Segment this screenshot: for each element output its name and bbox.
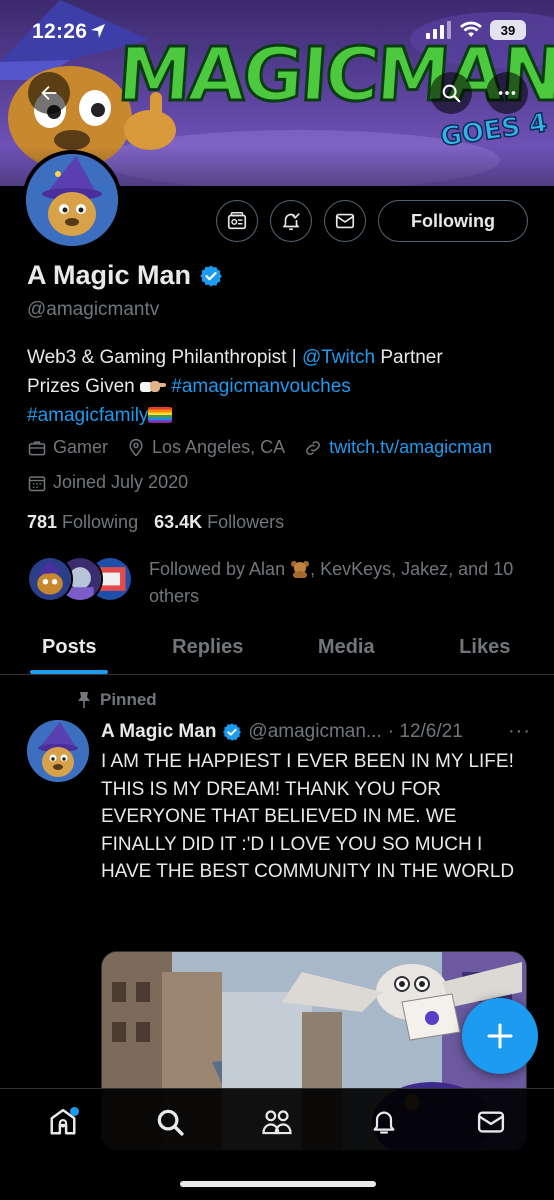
location-label: Los Angeles, CA	[152, 437, 286, 457]
website-item[interactable]: twitch.tv/amagicman	[303, 437, 492, 458]
tab-replies[interactable]: Replies	[139, 620, 278, 674]
post-author-avatar[interactable]	[27, 720, 89, 782]
search-icon	[157, 1109, 184, 1136]
tab-media[interactable]: Media	[277, 620, 416, 674]
joined-item: Joined July 2020	[27, 472, 188, 493]
wifi-icon	[460, 21, 482, 37]
post-more-button[interactable]: ···	[508, 720, 531, 743]
pointing-hand-emoji-icon	[139, 381, 166, 392]
followed-by-avatars	[27, 556, 135, 602]
pinned-label: Pinned	[100, 690, 157, 709]
profile-bio: Web3 & Gaming Philanthropist | @Twitch P…	[27, 343, 527, 430]
display-name-row: A Magic Man	[27, 260, 223, 291]
post-text: I AM THE HAPPIEST I EVER BEEN IN MY LIFE…	[101, 751, 515, 882]
bio-hashtag-link[interactable]: #amagicmanvouches	[171, 376, 351, 397]
status-bar: 12:26 39	[0, 0, 554, 62]
bio-text: Partner	[375, 347, 443, 368]
battery-indicator: 39	[490, 20, 526, 40]
post-date: · 12/6/21	[387, 720, 463, 742]
post-author-name[interactable]: A Magic Man	[101, 721, 216, 743]
messages-icon	[477, 1111, 504, 1133]
tab-label: Posts	[42, 635, 97, 658]
search-profile-button[interactable]	[430, 72, 472, 114]
cellular-signal-icon	[426, 21, 451, 39]
display-name: A Magic Man	[27, 260, 192, 290]
avatar-image	[26, 154, 118, 246]
briefcase-icon	[28, 440, 46, 455]
arrow-left-icon	[41, 85, 57, 101]
profile-handle: @amagicmantv	[27, 299, 160, 320]
profile-tabs: Posts Replies Media Likes	[0, 620, 554, 675]
profile-action-row	[216, 200, 366, 242]
bio-hashtag-link[interactable]: #amagicfamily	[27, 405, 148, 426]
follower-avatar	[27, 556, 73, 602]
bio-text: Web3 & Gaming Philanthropist |	[27, 347, 302, 368]
followers-count[interactable]: 63.4K Followers	[154, 512, 284, 533]
tab-label: Likes	[459, 635, 511, 658]
tab-label: Media	[317, 635, 375, 658]
envelope-icon	[335, 213, 355, 229]
joined-label: Joined July 2020	[53, 472, 189, 492]
status-time: 12:26	[32, 20, 88, 43]
notifications-icon	[373, 1111, 395, 1134]
followed-by-text: Followed by Alan , KevKeys, Jakez, and 1…	[149, 556, 529, 610]
post-author-handle: @amagicman...	[248, 720, 382, 742]
profile-avatar[interactable]	[22, 150, 122, 250]
profile-meta-row: Gamer Los Angeles, CA twitch.tv/amagicma…	[27, 437, 492, 458]
more-options-button[interactable]	[486, 72, 528, 114]
tab-likes[interactable]: Likes	[416, 620, 554, 674]
following-count[interactable]: 781 Following	[27, 512, 138, 533]
tab-label: Replies	[172, 635, 244, 658]
profile-joined-row: Joined July 2020	[27, 472, 188, 493]
teddy-bear-emoji-icon	[291, 561, 310, 578]
website-link[interactable]: twitch.tv/amagicman	[329, 437, 492, 458]
bio-mention-link[interactable]: @Twitch	[302, 347, 375, 368]
following-button[interactable]: Following	[378, 200, 528, 242]
followers-count-number: 63.4K	[154, 512, 203, 532]
nav-search[interactable]	[140, 1097, 200, 1147]
follow-counts: 781 Following 63.4K Followers	[27, 512, 284, 533]
link-icon	[306, 440, 320, 455]
following-count-label: Following	[62, 512, 139, 532]
followed-by-prefix: Followed by Alan	[149, 559, 291, 579]
nav-notifications[interactable]	[354, 1097, 414, 1147]
location-arrow-icon	[91, 24, 105, 38]
nav-communities[interactable]	[247, 1097, 307, 1147]
bio-text: Prizes Given	[27, 376, 140, 397]
location-pin-icon	[129, 438, 143, 457]
category-item: Gamer	[27, 437, 108, 458]
nav-home[interactable]	[33, 1097, 93, 1147]
calendar-icon	[28, 475, 46, 491]
verified-badge-icon	[223, 722, 242, 741]
active-tab-indicator	[30, 670, 109, 674]
bell-check-icon	[282, 213, 300, 231]
verified-badge-icon[interactable]	[199, 264, 223, 288]
pin-icon	[78, 692, 90, 708]
subscribe-gift-button[interactable]	[216, 200, 258, 242]
message-button[interactable]	[324, 200, 366, 242]
ticket-icon	[227, 212, 247, 230]
search-icon	[442, 84, 461, 103]
followers-count-label: Followers	[207, 512, 285, 532]
communities-icon	[262, 1110, 292, 1135]
followed-by-row[interactable]: Followed by Alan , KevKeys, Jakez, and 1…	[27, 556, 529, 610]
location-item: Los Angeles, CA	[126, 437, 285, 458]
post-header: A Magic Man @amagicman... · 12/6/21 ···	[101, 720, 531, 743]
more-dots-icon	[498, 91, 516, 95]
back-button[interactable]	[28, 72, 70, 114]
home-indicator[interactable]	[180, 1181, 376, 1187]
following-count-number: 781	[27, 512, 58, 532]
pinned-indicator: Pinned	[76, 690, 157, 710]
category-label: Gamer	[53, 437, 109, 457]
compose-post-button[interactable]	[462, 998, 538, 1074]
nav-messages[interactable]	[461, 1097, 521, 1147]
notifications-bell-button[interactable]	[270, 200, 312, 242]
plus-icon	[487, 1023, 513, 1049]
tab-posts[interactable]: Posts	[0, 620, 139, 674]
rainbow-flag-emoji-icon	[148, 407, 173, 423]
